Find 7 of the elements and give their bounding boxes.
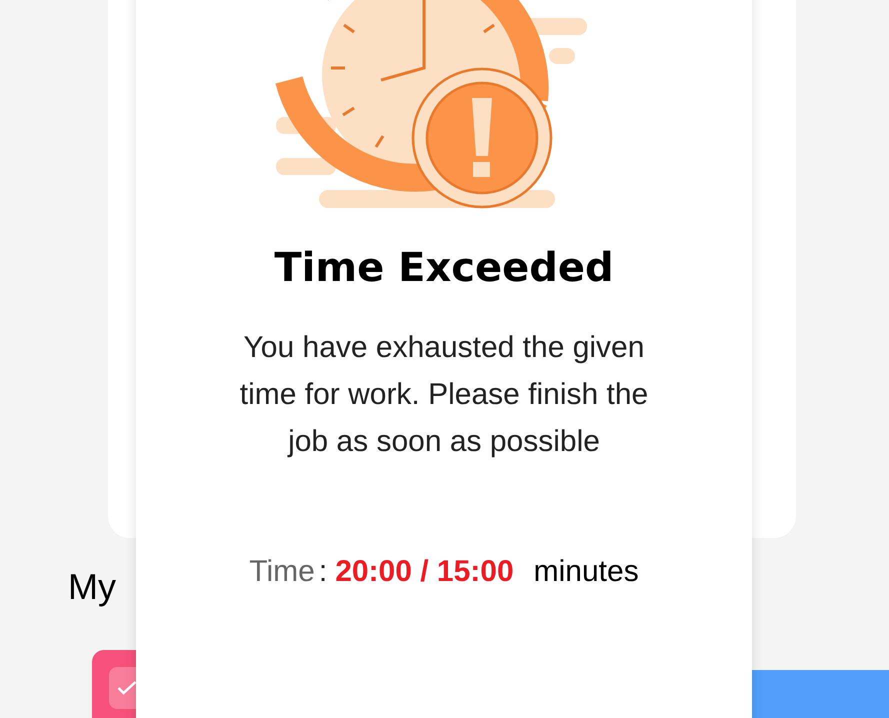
time-separator: : — [318, 554, 328, 590]
dialog-message: You have exhausted the given time for work. Please finish the job as soon as possible — [238, 330, 650, 460]
time-unit: minutes — [534, 554, 639, 590]
time-value: 20:00 / 15:00 — [335, 554, 514, 590]
dialog-title: Time Exceeded — [274, 244, 614, 293]
time-label: Time — [249, 554, 315, 590]
section-title: My — [68, 565, 116, 609]
